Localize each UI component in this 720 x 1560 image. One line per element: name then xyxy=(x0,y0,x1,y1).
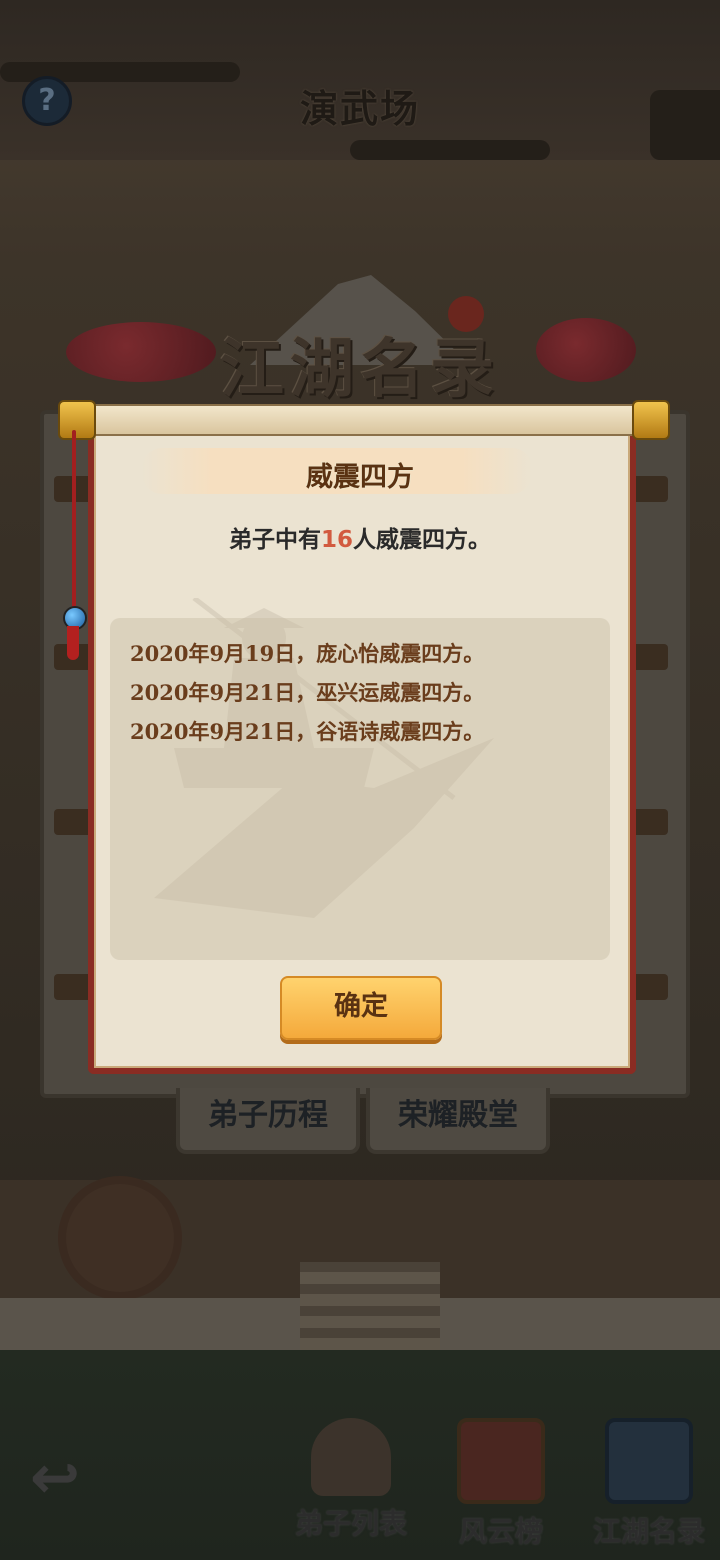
scroll-cord xyxy=(72,430,76,630)
summary-text: 弟子中有16人威震四方。 xyxy=(84,520,636,554)
banner-title: 江湖名录 xyxy=(220,332,500,407)
achievement-dialog: 威震四方 弟子中有16人威震四方。 2020年9月19日，庞心怡威震四方。 20… xyxy=(58,400,670,1080)
book-icon xyxy=(605,1418,693,1504)
disciple-count: 16 xyxy=(320,527,353,553)
help-icon[interactable]: ? xyxy=(22,76,72,126)
game-screen: ? 演武场 弟子历程 荣耀殿堂 江湖名录 ↩ 弟子列表 风云榜 江湖名录 威震四… xyxy=(0,0,720,1560)
blossom-tree-right xyxy=(536,318,636,382)
gong-decoration xyxy=(58,1176,182,1300)
nav-label: 弟子列表 xyxy=(294,1507,407,1540)
scroll-rod-cap-right xyxy=(632,400,670,440)
tab-hall-of-honor[interactable]: 荣耀殿堂 xyxy=(366,1088,550,1154)
scroll-rod xyxy=(84,404,640,436)
scroll-rod-cap-left xyxy=(58,400,96,440)
summary-prefix: 弟子中有 xyxy=(228,527,321,553)
summary-suffix: 人威震四方。 xyxy=(353,527,491,553)
nav-ranking-board[interactable]: 风云榜 xyxy=(436,1418,566,1548)
record-item: 2020年9月21日，巫兴运威震四方。 xyxy=(130,680,485,705)
back-icon[interactable]: ↩ xyxy=(10,1446,100,1510)
tab-disciple-history[interactable]: 弟子历程 xyxy=(176,1088,360,1154)
header-side-button xyxy=(650,90,720,160)
nav-jianghu-roster[interactable]: 江湖名录 xyxy=(584,1418,714,1548)
record-item: 2020年9月21日，谷语诗威震四方。 xyxy=(130,719,485,744)
header-brush-stroke xyxy=(350,140,550,160)
nav-label: 风云榜 xyxy=(458,1515,543,1548)
record-item: 2020年9月19日，庞心怡威震四方。 xyxy=(130,641,485,666)
scroll-board-icon xyxy=(457,1418,545,1504)
nav-disciple-list[interactable]: 弟子列表 xyxy=(286,1418,416,1548)
tassel-icon xyxy=(67,626,79,660)
scene-title: 演武场 xyxy=(299,87,420,131)
confirm-button[interactable]: 确定 xyxy=(280,976,442,1040)
nav-label: 江湖名录 xyxy=(592,1515,705,1548)
record-list: 2020年9月19日，庞心怡威震四方。 2020年9月21日，巫兴运威震四方。 … xyxy=(110,618,610,960)
disciple-portrait-icon xyxy=(311,1418,391,1496)
dialog-title: 威震四方 xyxy=(306,462,414,493)
